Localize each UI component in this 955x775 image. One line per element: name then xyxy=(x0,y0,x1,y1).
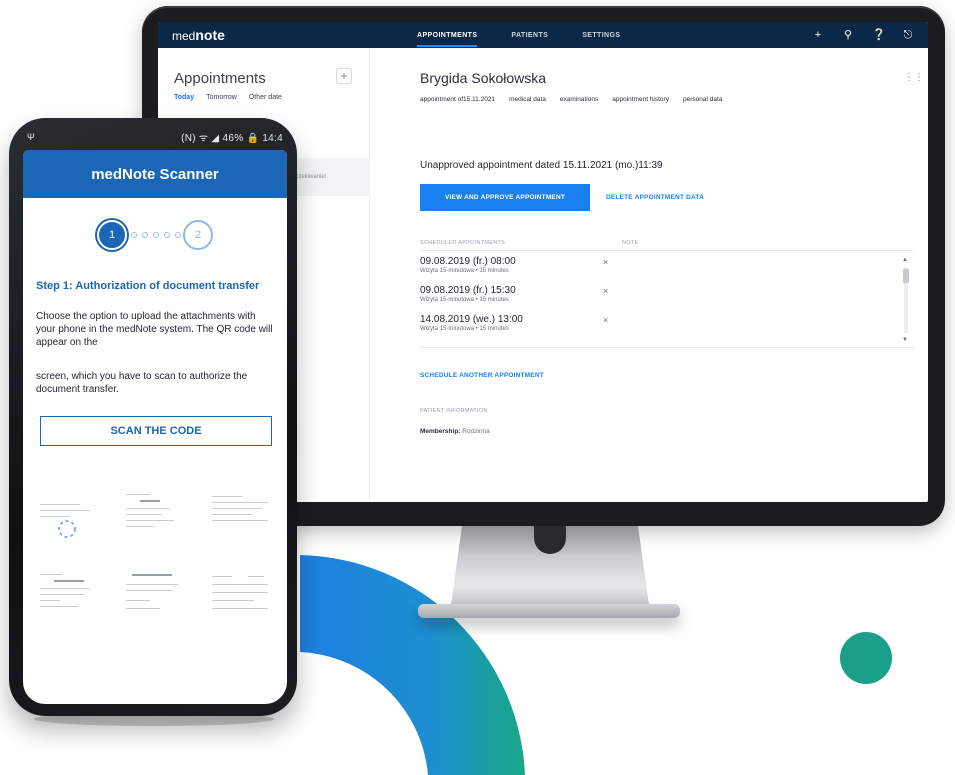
nav-settings[interactable]: SETTINGS xyxy=(582,24,620,47)
remove-icon[interactable]: × xyxy=(603,286,608,296)
step-1: 1 xyxy=(97,220,127,250)
grid-menu-icon[interactable]: ⋮⋮⋮ xyxy=(904,72,928,83)
tab-other-date[interactable]: Other date xyxy=(249,94,282,101)
patient-info-header: PATIENT INFORMATION xyxy=(420,408,488,414)
scroll-up-icon[interactable]: ▲ xyxy=(902,257,908,263)
logo-prefix: med xyxy=(172,29,196,43)
document-thumbnail[interactable] xyxy=(36,570,102,630)
document-thumbnails xyxy=(36,490,276,640)
step-title: Step 1: Authorization of document transf… xyxy=(36,280,260,292)
plus-icon[interactable]: + xyxy=(812,29,824,41)
nav-appointments[interactable]: APPOINTMENTS xyxy=(417,24,478,47)
tab-appointment[interactable]: appointment of15.11.2021 xyxy=(420,96,495,103)
document-thumbnail[interactable] xyxy=(208,490,274,550)
scrollbar[interactable]: ▲ ▼ xyxy=(902,257,910,343)
row-datetime: 09.08.2019 (fr.) 15:30 xyxy=(420,285,516,296)
document-thumbnail[interactable] xyxy=(122,570,188,630)
main-nav: APPOINTMENTS PATIENTS SETTINGS xyxy=(417,24,620,47)
help-icon[interactable]: ❔ xyxy=(872,29,886,41)
scheduled-header: SCHEDULED APPOINTMENTS xyxy=(420,240,506,246)
phone-app-title: medNote Scanner xyxy=(23,150,287,198)
scan-code-button[interactable]: SCAN THE CODE xyxy=(40,416,272,446)
delete-appointment-link[interactable]: DELETE APPOINTMENT DATA xyxy=(606,194,704,201)
logout-icon[interactable]: ⎋ xyxy=(902,29,914,41)
notifications-icon[interactable]: ⚲ xyxy=(842,29,854,41)
tab-personal-data[interactable]: personal data xyxy=(683,96,722,103)
status-left: Ψ xyxy=(27,132,35,142)
app-logo[interactable]: mednote xyxy=(172,27,417,43)
step-dots xyxy=(131,232,181,238)
scroll-down-icon[interactable]: ▼ xyxy=(902,337,908,343)
table-row[interactable]: 14.08.2019 (we.) 13:00 Wizyta 15-minutow… xyxy=(420,309,900,337)
row-type: Wizyta 15-minutowa • 15 minutes xyxy=(420,268,509,274)
schedule-another-link[interactable]: SCHEDULE ANOTHER APPOINTMENT xyxy=(420,372,544,379)
tab-tomorrow[interactable]: Tomorrow xyxy=(206,94,237,101)
table-row[interactable]: 09.08.2019 (fr.) 15:30 Wizyta 15-minutow… xyxy=(420,280,900,308)
appointment-detail: Brygida Sokołowska ⋮⋮⋮ appointment of15.… xyxy=(420,48,928,502)
stepper: 1 2 xyxy=(23,220,287,252)
navbar-icons: + ⚲ ❔ ⎋ xyxy=(812,29,914,41)
monitor-stand xyxy=(450,526,650,612)
membership-line: Membership: Rodzinna xyxy=(420,428,490,435)
row-datetime: 09.08.2019 (fr.) 08:00 xyxy=(420,256,516,267)
remove-icon[interactable]: × xyxy=(603,257,608,267)
row-datetime: 14.08.2019 (we.) 13:00 xyxy=(420,314,523,325)
phone-screen: medNote Scanner 1 2 Step 1: Authorizatio… xyxy=(23,150,287,704)
monitor-base xyxy=(418,604,680,618)
list-item-status: oczekiwanie/ xyxy=(292,174,327,180)
phone-status-bar: Ψ (N) ᯤ ◢ 46% 🔒 14:4 xyxy=(23,126,287,148)
tab-appointment-history[interactable]: appointment history xyxy=(612,96,669,103)
table-row[interactable]: 09.08.2019 (fr.) 08:00 Wizyta 15-minutow… xyxy=(420,251,900,279)
scroll-thumb[interactable] xyxy=(903,269,909,283)
add-appointment-button[interactable]: + xyxy=(336,68,352,84)
document-thumbnail[interactable] xyxy=(36,490,102,550)
top-navbar: mednote APPOINTMENTS PATIENTS SETTINGS +… xyxy=(158,22,928,48)
step-2: 2 xyxy=(183,220,213,250)
sidebar-title: Appointments xyxy=(174,70,266,87)
teal-circle xyxy=(840,632,892,684)
approve-appointment-button[interactable]: VIEW AND APPROVE APPOINTMENT xyxy=(420,184,590,211)
membership-value: Rodzinna xyxy=(462,428,490,435)
day-tabs: Today Tomorrow Other date xyxy=(174,94,282,101)
row-type: Wizyta 15-minutowa • 15 minutes xyxy=(420,326,509,332)
tab-examinations[interactable]: examinations xyxy=(560,96,598,103)
tab-medical-data[interactable]: medical data xyxy=(509,96,546,103)
unapproved-heading: Unapproved appointment dated 15.11.2021 … xyxy=(420,160,663,171)
step-text-2: screen, which you have to scan to author… xyxy=(36,371,248,395)
patient-tabs: appointment of15.11.2021 medical data ex… xyxy=(420,96,722,103)
note-header: NOTE xyxy=(622,240,639,246)
row-type: Wizyta 15-minutowa • 15 minutes xyxy=(420,297,509,303)
nav-patients[interactable]: PATIENTS xyxy=(511,24,548,47)
patient-name: Brygida Sokołowska xyxy=(420,70,547,86)
loading-icon xyxy=(58,520,76,538)
step-text-1: Choose the option to upload the attachme… xyxy=(36,311,273,348)
document-thumbnail[interactable] xyxy=(122,490,188,550)
status-right: (N) ᯤ ◢ 46% 🔒 14:4 xyxy=(181,133,283,144)
membership-label: Membership: xyxy=(420,428,461,435)
logo-suffix: note xyxy=(195,27,225,43)
document-thumbnail[interactable] xyxy=(208,570,274,630)
remove-icon[interactable]: × xyxy=(603,315,608,325)
scheduled-list: 09.08.2019 (fr.) 08:00 Wizyta 15-minutow… xyxy=(420,250,914,348)
tab-today[interactable]: Today xyxy=(174,94,194,101)
